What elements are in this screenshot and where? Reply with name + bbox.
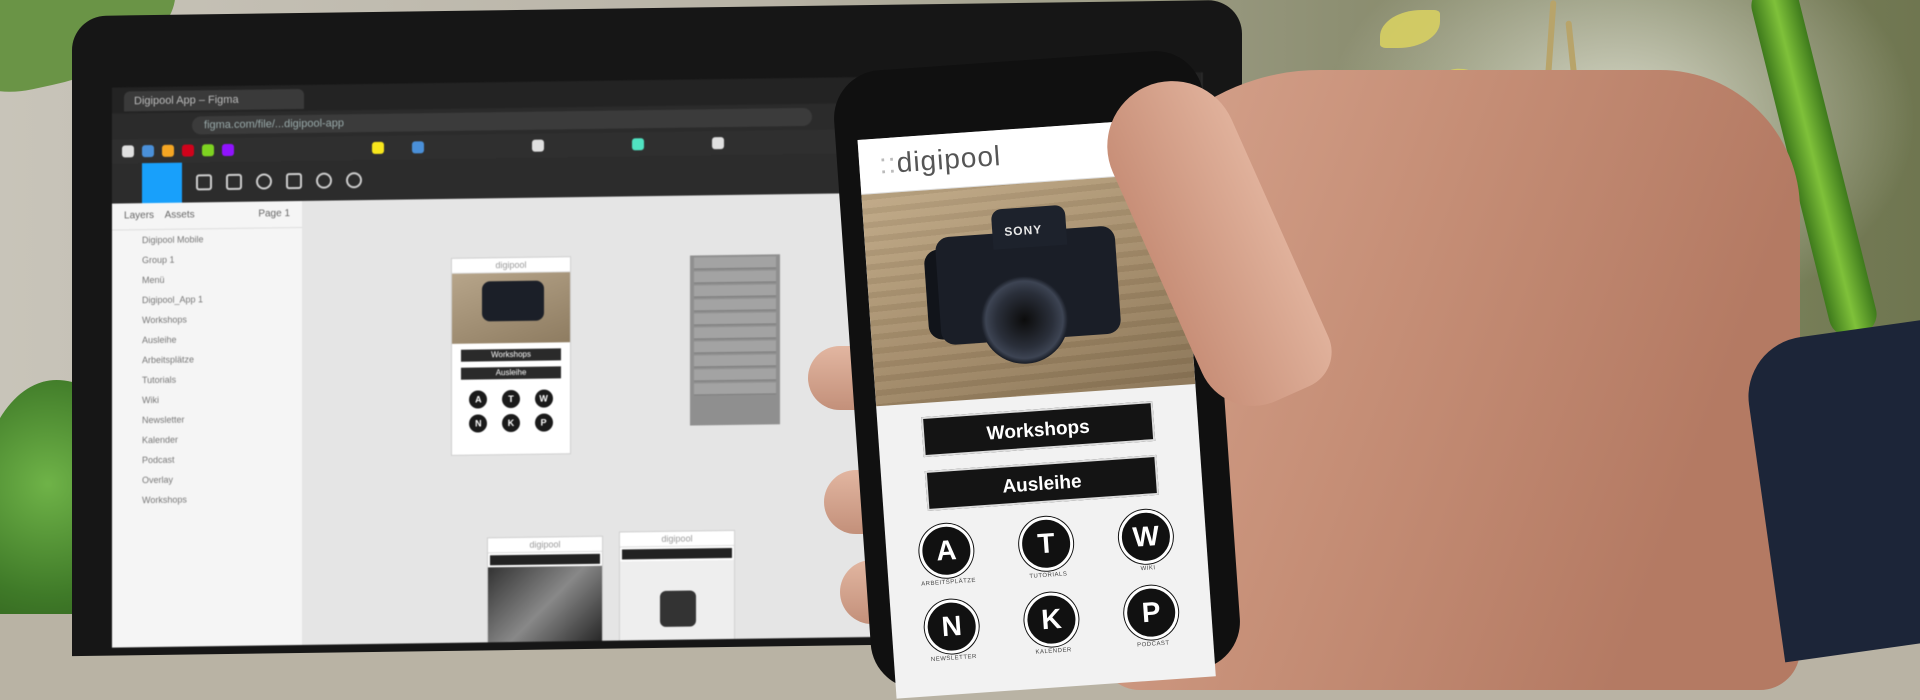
mini-logo: digipool (620, 530, 734, 548)
layer-row[interactable]: Workshops (112, 488, 302, 511)
logo-text: digipool (895, 140, 1003, 179)
layer-row[interactable]: Overlay (112, 468, 302, 491)
menu-row (694, 382, 776, 396)
app-nav-item[interactable]: N NEWSLETTER (903, 596, 1001, 664)
design-frame[interactable]: digipool (620, 530, 734, 648)
pen-tool-icon[interactable] (256, 173, 272, 190)
layer-row[interactable]: Workshops (112, 308, 302, 331)
bookmark-icon[interactable] (632, 138, 644, 151)
app-nav-item[interactable]: P PODCAST (1102, 582, 1200, 650)
comment-tool-icon[interactable] (346, 172, 362, 189)
nav-item-caption: NEWSLETTER (930, 653, 978, 664)
text-tool-icon[interactable] (286, 172, 302, 190)
layers-panel-header: Layers Assets Page 1 (112, 200, 302, 231)
nav-item-caption: PODCAST (1136, 640, 1170, 649)
nav-item-caption: KALENDER (1035, 647, 1073, 656)
layer-row[interactable]: Newsletter (112, 408, 302, 431)
page-selector[interactable]: Page 1 (258, 201, 290, 227)
mini-workshops-button: Workshops (461, 348, 561, 362)
logo-dots: :: (878, 147, 898, 180)
layer-row[interactable]: Digipool Mobile (112, 228, 302, 251)
mini-letter-icon: P (534, 413, 553, 432)
mini-letter-icon: T (501, 389, 520, 409)
browser-tab[interactable]: Digipool App – Figma (124, 88, 304, 112)
menu-frame[interactable] (690, 254, 780, 426)
letter-circle-icon: T (1017, 514, 1075, 573)
app-nav-item[interactable]: T TUTORIALS (997, 514, 1095, 582)
menu-row (694, 326, 776, 340)
menu-row (694, 270, 776, 284)
digipool-logo[interactable]: ::digipool (878, 140, 1002, 180)
nav-item-caption: TUTORIALS (1029, 571, 1068, 581)
layer-row[interactable]: Digipool_App 1 (112, 288, 302, 311)
mini-logo: digipool (488, 536, 602, 554)
menu-row (694, 284, 776, 298)
letter-circle-icon: K (1022, 590, 1081, 649)
layer-row[interactable]: Tutorials (112, 368, 302, 391)
letter-circle-icon: A (917, 521, 976, 580)
move-tool-icon[interactable] (142, 162, 182, 204)
letter-circle-icon: P (1122, 583, 1181, 642)
mini-photo (488, 565, 602, 648)
mini-letter-icon: N (469, 414, 488, 433)
menu-row (694, 312, 776, 326)
layers-panel: Layers Assets Page 1 Digipool Mobile Grou… (112, 200, 303, 648)
bookmark-icon[interactable] (182, 144, 194, 157)
design-frame[interactable]: digipool (488, 536, 602, 648)
app-icon-grid: A ARBEITSPLÄTZE T TUTORIALS W WIKI N NEWSLETTER… (884, 492, 1215, 680)
camera-icon (482, 280, 544, 322)
bookmark-icon[interactable] (712, 137, 724, 150)
layer-row[interactable]: Podcast (112, 448, 302, 471)
layer-row[interactable]: Ausleihe (112, 328, 302, 351)
bookmark-icon[interactable] (122, 145, 134, 158)
bookmark-icon[interactable] (372, 141, 384, 154)
design-frame[interactable]: digipool Workshops Ausleihe ATWNKP (452, 257, 570, 455)
bookmark-icon[interactable] (162, 144, 174, 157)
app-nav-item[interactable]: A ARBEITSPLÄTZE (898, 521, 996, 589)
menu-row (694, 354, 776, 368)
bookmark-icon[interactable] (412, 141, 424, 154)
hand-tool-icon[interactable] (316, 172, 332, 189)
bookmark-icon[interactable] (532, 139, 544, 152)
nav-item-caption: WIKI (1140, 565, 1156, 573)
app-nav-item[interactable]: W WIKI (1097, 507, 1195, 575)
plant-leaf (1380, 10, 1440, 48)
mini-letter-icon: A (469, 390, 488, 409)
layers-tab[interactable]: Layers (124, 210, 154, 221)
mini-letter-icon: W (534, 389, 553, 408)
layer-row[interactable]: Wiki (112, 388, 302, 411)
menu-row (694, 256, 776, 270)
layer-row[interactable]: Menü (112, 268, 302, 291)
bookmark-icon[interactable] (142, 145, 154, 158)
nav-item-caption: ARBEITSPLÄTZE (921, 577, 977, 588)
camera-icon (660, 590, 696, 627)
layer-list: Digipool Mobile Group 1 Menü Digipool_App 1… (112, 228, 302, 511)
menu-row (694, 340, 776, 354)
app-nav-item[interactable]: K KALENDER (1003, 589, 1101, 657)
mini-photo (620, 559, 734, 642)
mini-bar (622, 547, 732, 560)
layer-row[interactable]: Kalender (112, 428, 302, 451)
mini-logo: digipool (452, 257, 570, 274)
assets-tab[interactable]: Assets (165, 209, 195, 220)
menu-row (694, 368, 776, 382)
workshops-button[interactable]: Workshops (921, 401, 1156, 458)
mini-letter-icon: K (501, 413, 520, 433)
camera-brand: SONY (1003, 222, 1043, 239)
letter-circle-icon: N (922, 597, 981, 656)
shape-tool-icon[interactable] (226, 173, 242, 191)
mini-photo (452, 272, 570, 344)
bookmark-icon[interactable] (222, 143, 234, 157)
layer-row[interactable]: Group 1 (112, 248, 302, 271)
menu-row (694, 298, 776, 312)
frame-tool-icon[interactable] (196, 174, 212, 191)
mini-bar (490, 553, 600, 566)
bookmark-icon[interactable] (202, 144, 214, 157)
layer-row[interactable]: Arbeitsplätze (112, 348, 302, 371)
mini-icon-grid: ATW NKP (452, 378, 570, 444)
letter-circle-icon: W (1117, 507, 1175, 566)
